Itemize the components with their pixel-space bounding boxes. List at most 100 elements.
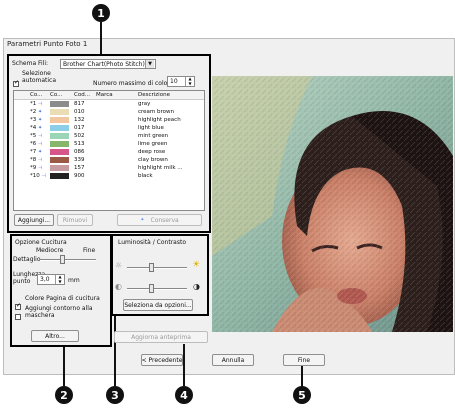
auto-select-label: Selezione automatica [22, 70, 57, 84]
thread-brand [94, 124, 136, 132]
thread-brand [94, 172, 136, 180]
contrast-slider-thumb[interactable] [149, 284, 154, 293]
thread-list-header: Co... Co... Cod... Marca Descrizione [14, 91, 204, 100]
pin-on-icon[interactable]: ✦ [38, 149, 42, 155]
pin-on-icon[interactable]: ✦ [38, 109, 42, 115]
table-row[interactable]: *8 ⊣ 339 clay brown [14, 156, 204, 164]
detail-slider-thumb[interactable] [60, 255, 65, 264]
thread-code: 513 [74, 141, 85, 147]
other-button[interactable]: Altro... [31, 330, 79, 342]
row-index: *3 [30, 117, 37, 123]
pin-on-icon[interactable]: ✦ [38, 117, 42, 123]
thread-description: mint green [138, 133, 169, 139]
table-row[interactable]: *10 ⊣ 900 black [14, 172, 204, 180]
table-row[interactable]: *9 ⊣ 157 highlight milk ... [14, 164, 204, 172]
color-swatch [50, 140, 69, 147]
color-swatch [50, 108, 69, 115]
row-index: *7 [30, 149, 37, 155]
callout-1-leader [100, 22, 102, 56]
pin-on-icon: ✦ [140, 217, 145, 223]
add-outline-label: Aggiungi contorno alla maschera [25, 305, 93, 319]
callout-5: 5 [293, 386, 311, 404]
row-index: *9 [30, 165, 37, 171]
col-header-color[interactable]: Co... [48, 91, 72, 100]
thread-brand [94, 140, 136, 148]
page-color-label: Colore Pagina di cucitura [25, 295, 100, 302]
col-header-number[interactable]: Co... [28, 91, 48, 100]
pin-off-icon[interactable]: ⊣ [38, 157, 42, 163]
table-row[interactable]: *5 ⊣ 502 mint green [14, 132, 204, 140]
auto-select-checkbox[interactable]: ✓ [13, 72, 19, 91]
dim-sun-icon: ☼ [115, 261, 123, 270]
cancel-button[interactable]: Annulla [212, 354, 254, 366]
add-outline-checkbox[interactable] [15, 305, 21, 324]
add-thread-button[interactable]: Aggiungi... [14, 214, 54, 226]
stitch-length-spinner[interactable]: 3,0 ▲ ▼ [37, 274, 65, 285]
brightness-slider-thumb[interactable] [149, 263, 154, 272]
detail-slider-track[interactable] [40, 259, 96, 261]
thread-brand [94, 100, 136, 109]
max-colors-label: Numero massimo di colori: [93, 80, 174, 87]
pin-off-icon[interactable]: ⊣ [38, 133, 42, 139]
thread-brand [94, 148, 136, 156]
thread-description: clay brown [138, 157, 168, 163]
brightness-slider-track[interactable] [127, 267, 187, 269]
row-index: *5 [30, 133, 37, 139]
chevron-down-icon: ▼ [145, 60, 154, 68]
table-row[interactable]: *6 ⊣ 513 lime green [14, 140, 204, 148]
callout-2: 2 [55, 386, 73, 404]
fine-label: Fine [83, 247, 96, 254]
portrait-preview [212, 76, 453, 332]
bright-sun-icon: ☀ [192, 260, 201, 270]
checkbox-box: ✓ [13, 79, 19, 87]
select-options-button[interactable]: Seleziona da opzioni... [123, 299, 193, 311]
table-row[interactable]: *1 ⊣ 817 gray [14, 100, 204, 109]
color-swatch [50, 164, 69, 171]
stitch-length-value: 3,0 [40, 276, 50, 283]
callout-5-leader [301, 363, 303, 386]
high-contrast-icon: ◑ [193, 282, 200, 291]
table-row[interactable]: *2 ✦ 010 cream brown [14, 108, 204, 116]
table-row[interactable]: *4 ✦ 017 light blue [14, 124, 204, 132]
color-swatch [50, 124, 69, 131]
col-header-code[interactable]: Cod... [72, 91, 94, 100]
callout-3: 3 [106, 386, 124, 404]
callout-1: 1 [92, 4, 110, 22]
low-contrast-icon: ◐ [115, 282, 122, 291]
table-row[interactable]: *7 ✦ 086 deep rose [14, 148, 204, 156]
pin-off-icon[interactable]: ⊣ [38, 165, 42, 171]
spinner-arrows-icon: ▲ ▼ [185, 76, 194, 86]
keep-thread-button[interactable]: ✦ Conserva [117, 214, 202, 226]
remove-thread-button[interactable]: Rimuovi [57, 214, 93, 226]
thread-description: black [138, 173, 153, 179]
thread-list[interactable]: Co... Co... Cod... Marca Descrizione *1 … [13, 90, 205, 211]
stitch-preview-image [212, 76, 453, 332]
finish-button[interactable]: Fine [283, 354, 325, 366]
pin-off-icon[interactable]: ⊣ [38, 141, 42, 147]
detail-label: Dettaglio [13, 256, 41, 263]
thread-code: 817 [74, 101, 85, 107]
thread-brand [94, 108, 136, 116]
color-swatch [50, 172, 69, 179]
max-colors-value: 10 [170, 78, 178, 85]
checkbox-box [15, 314, 21, 320]
thread-description: light blue [138, 125, 164, 131]
max-colors-spinner[interactable]: 10 ▲ ▼ [167, 76, 195, 87]
pin-off-icon[interactable]: ⊣ [38, 101, 42, 107]
row-index: *10 [30, 173, 40, 179]
thread-description: cream brown [138, 109, 175, 115]
table-row[interactable]: *3 ✦ 132 highlight peach [14, 116, 204, 124]
thread-code: 017 [74, 125, 85, 131]
thread-brand [94, 156, 136, 164]
col-header-description[interactable]: Descrizione [136, 91, 204, 100]
pin-on-icon[interactable]: ✦ [38, 125, 42, 131]
thread-chart-select[interactable]: Brother Chart(Photo Stitch) ▼ [60, 59, 156, 69]
row-index: *6 [30, 141, 37, 147]
pin-off-icon[interactable]: ⊣ [42, 173, 46, 179]
color-swatch [50, 148, 69, 155]
previous-button[interactable]: < Precedente [141, 354, 183, 366]
contrast-slider-track[interactable] [127, 288, 187, 290]
col-header-brand[interactable]: Marca [94, 91, 136, 100]
update-preview-button[interactable]: Aggiorna anteprima [114, 331, 208, 343]
row-index: *2 [30, 109, 37, 115]
